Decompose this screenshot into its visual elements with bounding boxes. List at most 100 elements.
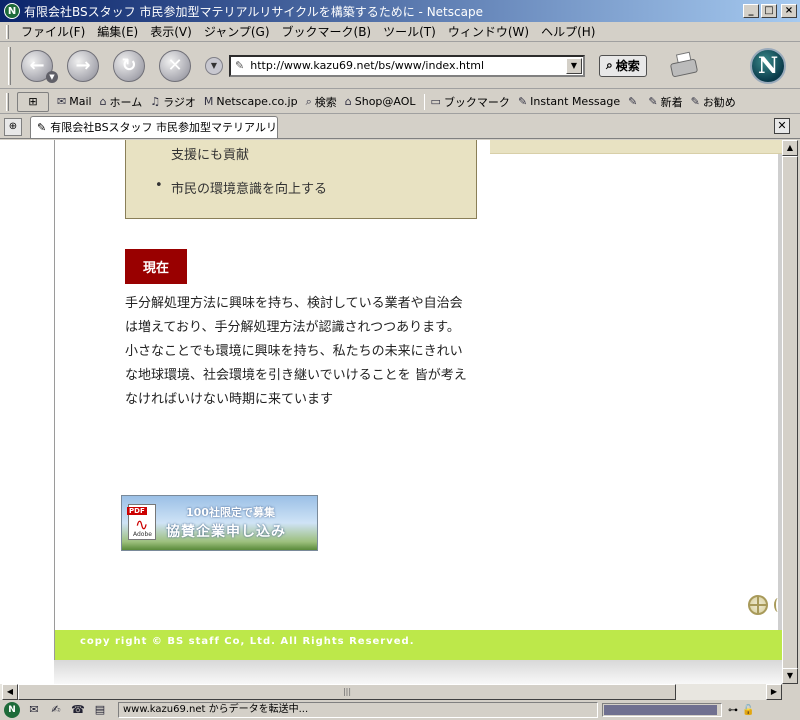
personal-item-label: Instant Message xyxy=(530,95,621,108)
personal-item-label: ブックマーク xyxy=(443,95,510,109)
personal-item-bookmarks[interactable]: ▭ ブックマーク xyxy=(431,94,510,110)
personal-item-netscape[interactable]: M Netscape.co.jp xyxy=(204,95,298,108)
status-message: www.kazu69.net からデータを転送中... xyxy=(118,702,598,718)
personal-item-shop[interactable]: ⌂ Shop@AOL xyxy=(345,95,416,108)
stop-button[interactable]: ✕ xyxy=(159,49,191,82)
url-text[interactable]: http://www.kazu69.net/bs/www/index.html xyxy=(250,59,566,72)
page-viewport[interactable]: 支援にも貢献 市民の環境意識を向上する 現在 手分解処理方法に興味を持ち、検討し… xyxy=(0,140,782,684)
menu-view[interactable]: 表示(V) xyxy=(144,23,198,40)
goals-list: 市民の環境意識を向上する xyxy=(155,178,327,197)
composer-icon[interactable]: ✍ xyxy=(48,702,64,718)
personal-item-recommend[interactable]: ✎ お勧め xyxy=(691,94,736,110)
toolbar-grip[interactable] xyxy=(8,46,11,85)
home-icon: ⌂ xyxy=(99,95,107,108)
menu-file[interactable]: ファイル(F) xyxy=(15,23,91,40)
personal-item-label: ホーム xyxy=(109,95,143,109)
mail-icon: ✉ xyxy=(57,95,67,108)
mail-icon[interactable]: ✉ xyxy=(26,702,42,718)
bookmark-folder-icon: ▭ xyxy=(430,95,441,108)
globe-icon[interactable] xyxy=(748,595,768,615)
globe-icon[interactable] xyxy=(774,598,782,612)
back-button[interactable]: ← ▼ xyxy=(21,49,58,83)
menu-bookmarks[interactable]: ブックマーク(B) xyxy=(276,23,378,40)
banner-title: 協賛企業申し込み xyxy=(166,524,286,540)
toolbar-grip[interactable] xyxy=(6,24,9,39)
sidebar-toggle-button[interactable]: ⊞ xyxy=(17,91,49,112)
pdf-tag: PDF xyxy=(127,507,147,515)
status-bar: N ✉ ✍ ☎ ▤ www.kazu69.net からデータを転送中... ⊶ … xyxy=(0,700,800,720)
search-button[interactable]: ⌕ 検索 xyxy=(599,54,647,77)
close-tab-button[interactable]: ✕ xyxy=(774,118,790,134)
loading-progress-fill xyxy=(604,705,717,715)
netscape-site-icon: M xyxy=(203,95,214,108)
horizontal-scrollbar[interactable]: ◀ ||| ▶ xyxy=(0,684,782,700)
personal-item-mail[interactable]: ✉ Mail xyxy=(57,95,92,108)
menu-edit[interactable]: 編集(E) xyxy=(91,23,144,40)
menu-tools[interactable]: ツール(T) xyxy=(377,23,442,40)
maximize-button[interactable]: □ xyxy=(761,4,777,18)
netscape-logo[interactable]: N xyxy=(750,48,786,84)
horizontal-scroll-thumb[interactable]: ||| xyxy=(18,684,676,700)
menu-go[interactable]: ジャンプ(G) xyxy=(198,23,276,40)
netscape-app-icon[interactable]: N xyxy=(4,3,20,19)
address-book-icon[interactable]: ☎ xyxy=(70,702,86,718)
url-dropdown-button[interactable]: ▼ xyxy=(566,57,582,74)
page-icon: ✎ xyxy=(37,120,47,134)
search-icon: ⌕ xyxy=(305,94,312,108)
personal-item-label: ラジオ xyxy=(163,95,196,109)
chevron-down-icon[interactable]: ▼ xyxy=(46,70,58,83)
goals-list-item: 市民の環境意識を向上する xyxy=(155,178,327,197)
banner-subtitle: 100社限定で募集 xyxy=(186,506,275,519)
personal-item-label: お勧め xyxy=(702,95,736,109)
personal-item-instant-message[interactable]: ✎ Instant Message xyxy=(518,95,620,108)
search-icon: ⌕ xyxy=(606,58,613,72)
new-tab-button[interactable]: ⊕ xyxy=(4,117,22,136)
minimize-button[interactable]: _ xyxy=(743,4,759,18)
history-dropdown-button[interactable]: ▼ xyxy=(205,56,223,75)
personal-item-radio[interactable]: ♫ ラジオ xyxy=(150,94,196,110)
personal-item-search[interactable]: ⌕ 検索 xyxy=(306,94,337,110)
connection-icon: ⊶ xyxy=(728,704,738,716)
scroll-up-button[interactable]: ▲ xyxy=(782,140,798,156)
link-icon: ✎ xyxy=(628,95,638,108)
menu-bar: ファイル(F) 編集(E) 表示(V) ジャンプ(G) ブックマーク(B) ツー… xyxy=(0,22,800,42)
vertical-scrollbar[interactable]: ▲ ▼ xyxy=(782,140,798,684)
instant-message-icon: ✎ xyxy=(517,95,528,108)
menu-help[interactable]: ヘルプ(H) xyxy=(535,23,601,40)
personal-item-label: 検索 xyxy=(314,95,337,109)
toolbar-separator xyxy=(423,93,425,110)
scroll-down-button[interactable]: ▼ xyxy=(782,668,798,684)
forward-arrow-icon: → xyxy=(75,55,91,76)
notes-icon[interactable]: ▤ xyxy=(92,702,108,718)
personal-item-home[interactable]: ⌂ ホーム xyxy=(100,94,143,110)
tab-active[interactable]: ✎ 有限会社BSスタッフ 市民参加型マテリアルリ... xyxy=(30,115,278,138)
scroll-left-button[interactable]: ◀ xyxy=(2,684,18,700)
personal-item-new[interactable]: ✎ 新着 xyxy=(648,94,682,110)
radio-icon: ♫ xyxy=(150,95,161,108)
sponsor-application-banner[interactable]: PDF ∿ Adobe 100社限定で募集 協賛企業申し込み xyxy=(121,495,318,551)
sidebar-box-edge xyxy=(490,140,782,154)
scroll-right-button[interactable]: ▶ xyxy=(766,684,782,700)
security-lock-icon: 🔓 xyxy=(742,704,755,716)
personal-item-label: Shop@AOL xyxy=(354,95,416,108)
window-titlebar[interactable]: N 有限会社BSスタッフ 市民参加型マテリアルリサイクルを構築するために - N… xyxy=(0,0,800,22)
forward-button[interactable]: → xyxy=(67,49,99,82)
personal-item-label: Mail xyxy=(69,95,92,108)
page-footer-copyright: copy right © BS staff Co, Ltd. All Right… xyxy=(55,630,782,660)
close-window-button[interactable]: × xyxy=(781,4,797,18)
personal-item-link[interactable]: ✎ xyxy=(628,95,640,108)
url-bar[interactable]: ✎ http://www.kazu69.net/bs/www/index.htm… xyxy=(229,54,585,77)
pdf-icon: PDF ∿ Adobe xyxy=(127,504,156,540)
shop-icon: ⌂ xyxy=(344,95,352,108)
search-button-label: 検索 xyxy=(615,59,640,73)
reload-button[interactable]: ↻ xyxy=(113,49,145,82)
netscape-status-icon[interactable]: N xyxy=(4,702,20,718)
toolbar-grip[interactable] xyxy=(6,92,9,111)
loading-progress-bar xyxy=(602,703,722,717)
menu-window[interactable]: ウィンドウ(W) xyxy=(442,23,535,40)
vertical-scroll-thumb[interactable] xyxy=(782,156,798,670)
tab-bar: ⊕ ✎ 有限会社BSスタッフ 市民参加型マテリアルリ... ✕ xyxy=(0,115,800,139)
goals-box-text: 支援にも貢献 xyxy=(171,148,250,163)
print-icon[interactable] xyxy=(669,51,699,79)
tab-label: 有限会社BSスタッフ 市民参加型マテリアルリ... xyxy=(50,121,278,134)
